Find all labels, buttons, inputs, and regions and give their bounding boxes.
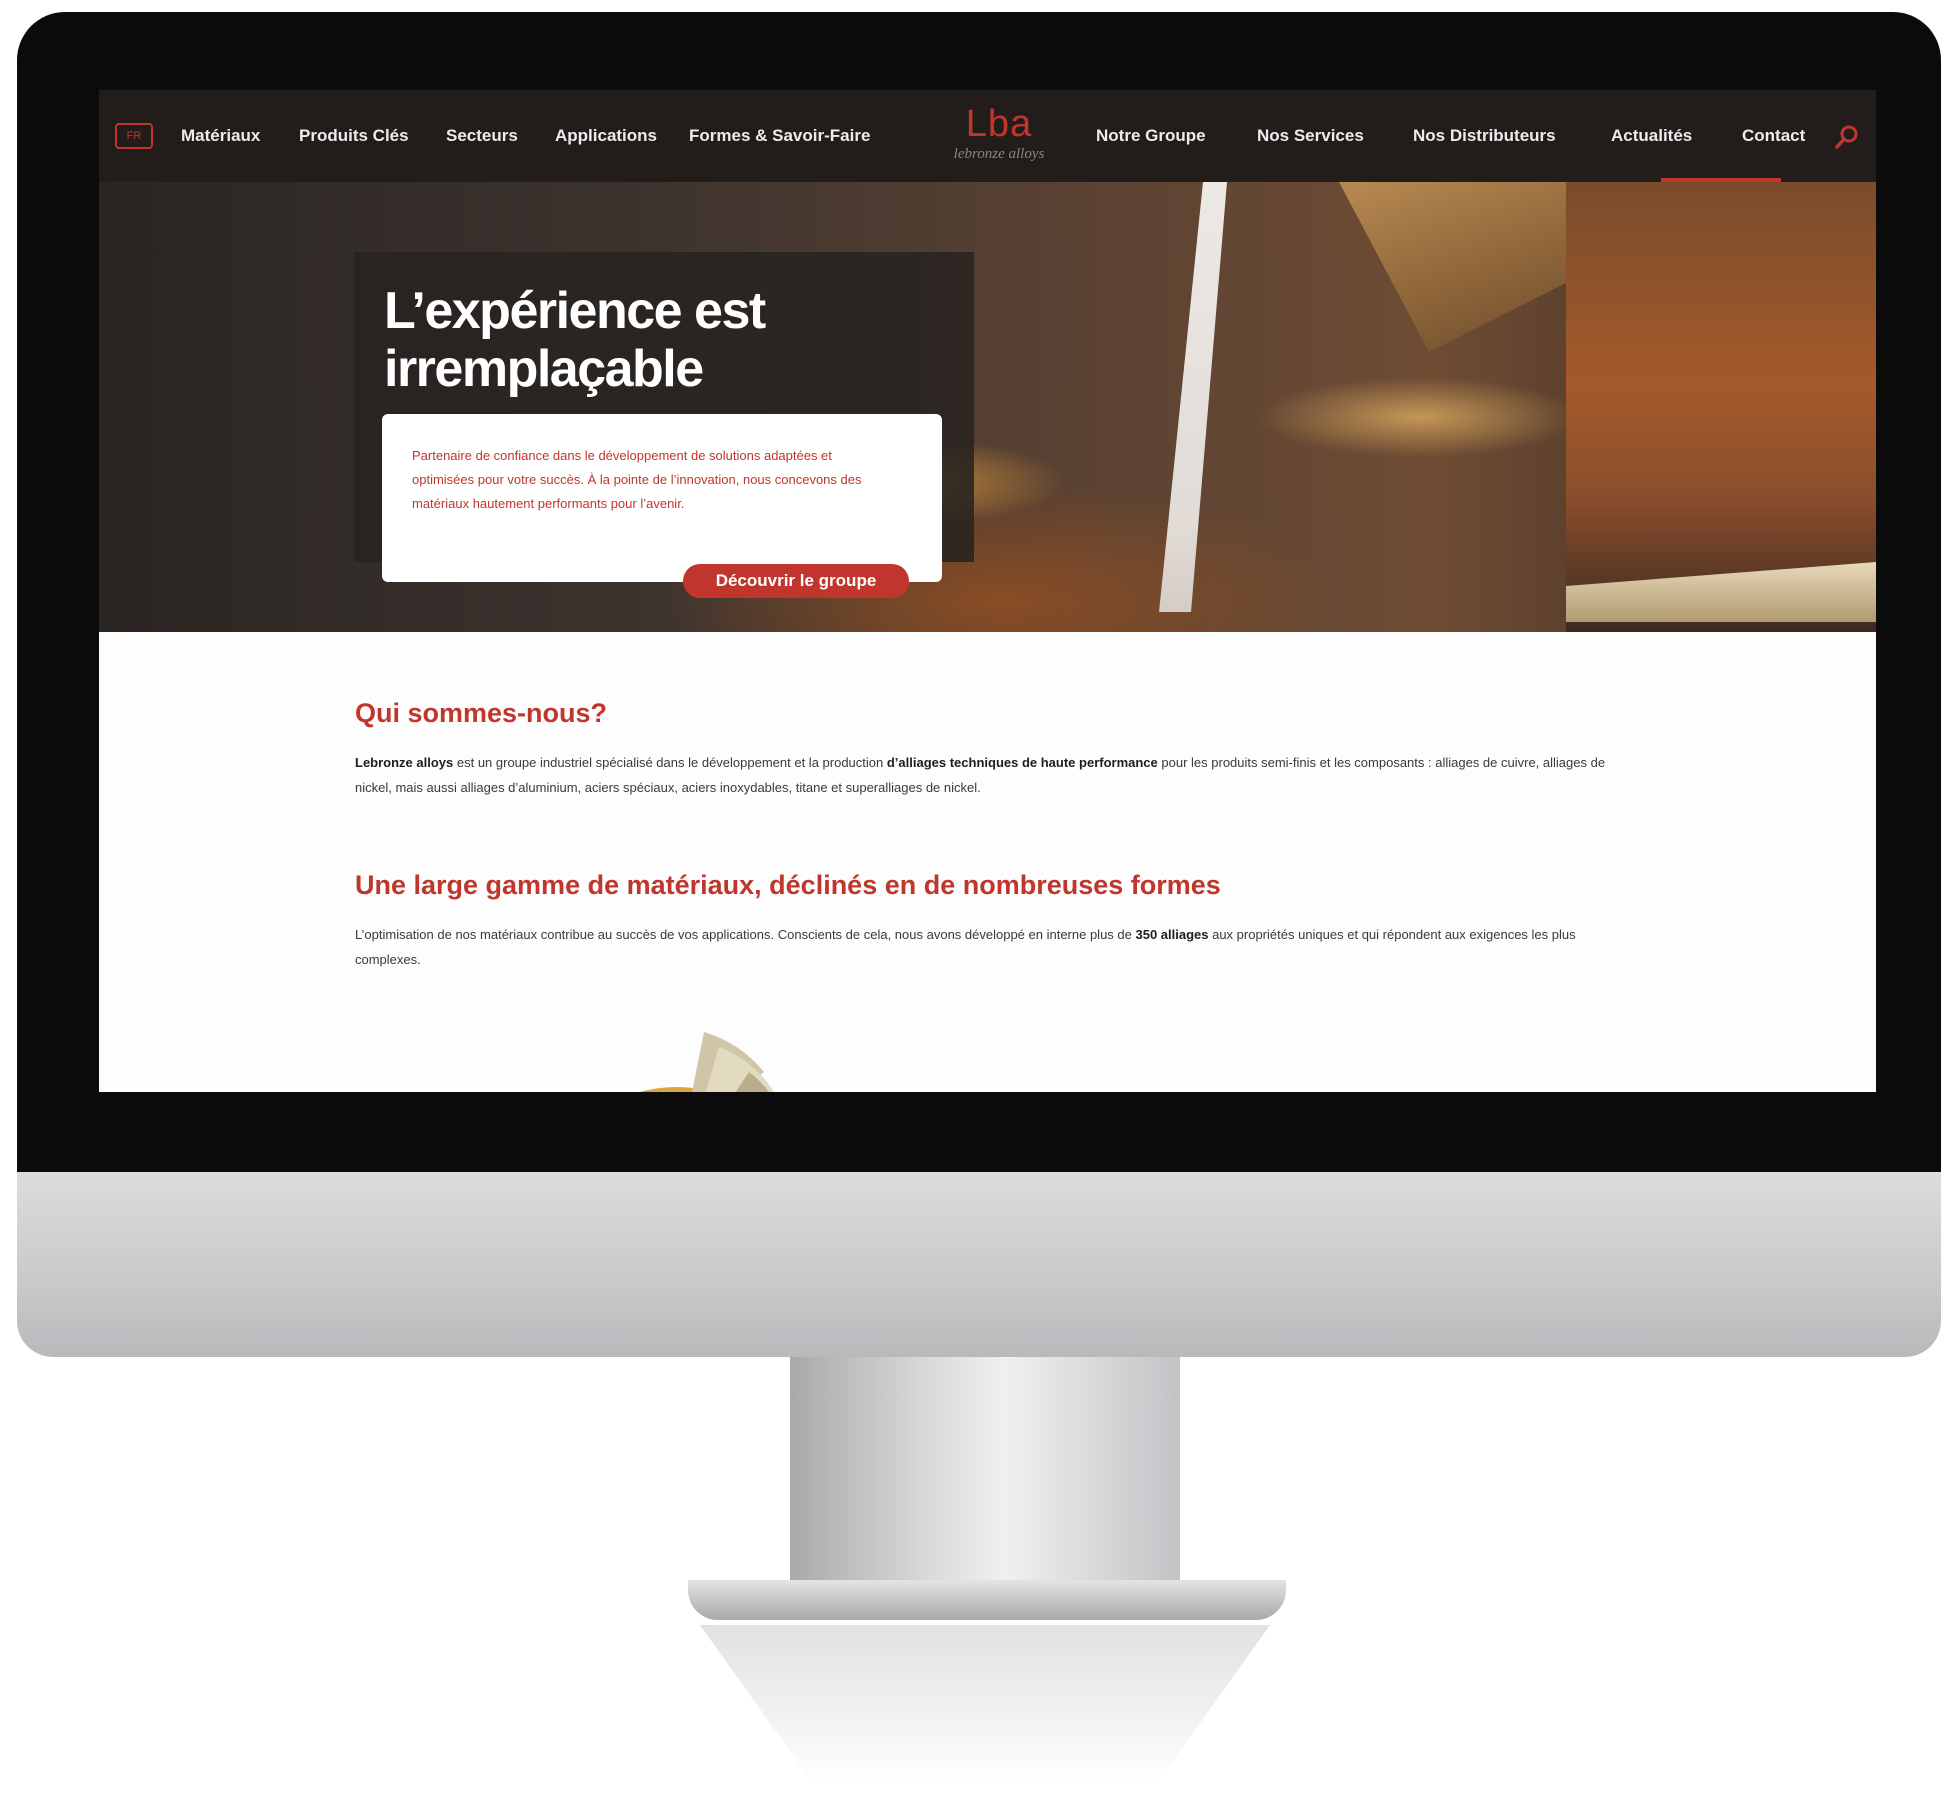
nav-item-produits-cles[interactable]: Produits Clés [299, 126, 409, 146]
range-paragraph: L’optimisation de nos matériaux contribu… [355, 922, 1610, 972]
nav-item-contact[interactable]: Contact [1742, 126, 1805, 146]
hero-image-panel [1566, 182, 1876, 632]
nav-item-secteurs[interactable]: Secteurs [446, 126, 518, 146]
nav-item-formes-savoir-faire[interactable]: Formes & Savoir-Faire [689, 126, 870, 146]
site-logo[interactable]: Lba lebronze alloys [929, 104, 1069, 174]
stand-reflection [700, 1625, 1270, 1785]
nav-item-notre-groupe[interactable]: Notre Groupe [1096, 126, 1206, 146]
monitor-stand [790, 1357, 1180, 1597]
language-switch[interactable]: FR [115, 123, 153, 149]
about-brand: Lebronze alloys [355, 755, 454, 770]
materials-fan-graphic [639, 1032, 774, 1092]
search-icon[interactable] [1834, 124, 1860, 150]
website-screen: FR Matériaux Produits Clés Secteurs Appl… [99, 90, 1876, 1092]
range-heading: Une large gamme de matériaux, déclinés e… [355, 870, 1221, 900]
about-strong: d’alliages techniques de haute performan… [886, 755, 1158, 770]
nav-item-nos-services[interactable]: Nos Services [1257, 126, 1364, 146]
range-text-1: L’optimisation de nos matériaux contribu… [355, 927, 1136, 942]
hero-description: Partenaire de confiance dans le développ… [412, 448, 862, 511]
nav-item-nos-distributeurs[interactable]: Nos Distributeurs [1413, 126, 1556, 146]
top-navigation: FR Matériaux Produits Clés Secteurs Appl… [99, 90, 1876, 182]
hero-banner: L’expérience est irremplaçable Partenair… [99, 182, 1876, 632]
nav-item-materiaux[interactable]: Matériaux [181, 126, 260, 146]
discover-group-button[interactable]: Découvrir le groupe [683, 564, 909, 598]
about-paragraph: Lebronze alloys est un groupe industriel… [355, 750, 1610, 800]
nav-item-applications[interactable]: Applications [555, 126, 657, 146]
hero-text-box: Partenaire de confiance dans le développ… [382, 414, 942, 582]
about-text-1: est un groupe industriel spécialisé dans… [453, 755, 887, 770]
hero-title: L’expérience est irremplaçable [384, 282, 766, 398]
logo-subtitle: lebronze alloys [953, 146, 1045, 162]
main-content: Qui sommes-nous? Lebronze alloys est un … [99, 632, 1876, 1092]
about-heading: Qui sommes-nous? [355, 698, 608, 728]
logo-mark: Lba [965, 103, 1033, 145]
nav-item-actualites[interactable]: Actualités [1611, 126, 1692, 146]
monitor-stand-base [688, 1580, 1286, 1620]
hero-image-molten-stream [1159, 182, 1227, 612]
range-strong: 350 alliages [1135, 927, 1209, 942]
monitor-chin [17, 1172, 1941, 1357]
